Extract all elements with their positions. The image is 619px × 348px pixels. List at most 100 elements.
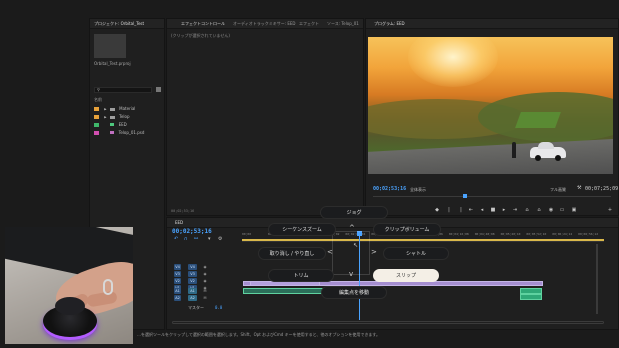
no-clip-selected-text: (クリップが選択されていません) — [171, 33, 230, 38]
program-mini-timeline[interactable] — [373, 196, 611, 197]
step-forward-icon[interactable]: ▸ — [500, 207, 508, 214]
timeline-scrollbar[interactable] — [172, 321, 604, 324]
tab-audio-track-mixer[interactable]: オーディオトラックミキサー: EED — [229, 19, 299, 28]
track-name[interactable]: A2 — [188, 295, 197, 301]
effect-controls-timecode: 00;02;53;16 — [171, 209, 195, 213]
radial-item-jog[interactable]: ジョグ — [320, 206, 388, 219]
list-item[interactable]: ▶ Material — [94, 105, 135, 112]
linked-selection-icon[interactable]: ⚯ — [194, 236, 198, 242]
arrow-left-icon: < — [327, 248, 333, 256]
label-color-swatch — [94, 115, 99, 119]
search-icon: ⚲ — [97, 87, 100, 92]
status-bar-text: …を選択ツールをクリップして選択の範囲を選択します。Shift、Opt およびC… — [137, 332, 381, 337]
label-color-swatch — [94, 107, 99, 111]
go-out-icon[interactable]: ⇥ — [511, 207, 519, 214]
tools-panel — [0, 18, 88, 228]
snap-icon[interactable]: ∩ — [184, 236, 188, 242]
insert-sequence-icon[interactable]: ↶ — [174, 236, 178, 242]
master-track-label: マスター — [188, 305, 204, 310]
vr-view-icon[interactable]: ▣ — [570, 207, 578, 214]
timeline-tools: ↶ ∩ ⚯ ▾ ⚙ — [174, 236, 234, 242]
project-search-input[interactable]: ⚲ — [94, 87, 152, 93]
track-name[interactable]: A1 — [188, 288, 197, 294]
radial-item-move-edit-point[interactable]: 編集点を移動 — [321, 286, 387, 299]
lift-icon[interactable]: ⌂ — [523, 207, 531, 214]
track-source-toggle[interactable]: A2 — [174, 295, 181, 301]
controller-dial — [55, 297, 85, 315]
list-item[interactable]: Telop_01.psd — [94, 129, 144, 136]
timeline-settings-icon[interactable]: ⚙ — [218, 236, 222, 242]
program-video-frame — [368, 37, 613, 174]
play-icon[interactable]: ■ — [489, 207, 497, 214]
tab-effect-controls[interactable]: エフェクトコントロール — [177, 19, 229, 28]
go-in-icon[interactable]: ⇤ — [467, 207, 475, 214]
eye-icon[interactable]: ◉ — [202, 264, 208, 270]
list-item[interactable]: EED — [94, 121, 127, 128]
comparison-view-icon[interactable]: ▭ — [558, 207, 566, 214]
tab-timeline[interactable]: EED — [171, 218, 187, 227]
image-file-icon — [110, 131, 115, 134]
arrow-up-icon: ^ — [349, 224, 355, 232]
add-marker-icon[interactable]: ▾ — [208, 236, 211, 242]
project-thumbnail — [94, 34, 126, 58]
track-name[interactable]: V3 — [188, 271, 197, 277]
radial-item-shuttle[interactable]: シャトル — [383, 247, 449, 260]
track-source-toggle[interactable]: V4 — [174, 264, 181, 270]
item-label: Material — [119, 106, 136, 111]
eye-icon[interactable]: ◉ — [202, 278, 208, 284]
radial-item-trim[interactable]: トリム — [268, 269, 334, 282]
add-button-icon[interactable]: + — [606, 207, 614, 214]
chevron-right-icon: ▶ — [104, 107, 107, 111]
radial-item-undo-redo[interactable]: 取り消し / やり直し — [258, 247, 326, 260]
master-volume-value[interactable]: 0.0 — [215, 305, 222, 310]
mute-icon[interactable]: M — [202, 295, 208, 301]
track-source-toggle[interactable]: V2 — [174, 278, 181, 284]
program-playhead[interactable] — [463, 194, 467, 198]
tab-project[interactable]: プロジェクト: Orbital_Test — [90, 19, 148, 28]
eye-icon[interactable]: ◉ — [202, 271, 208, 277]
track-source-toggle[interactable]: A1 — [174, 288, 181, 294]
program-duration: 00;07;25;09 — [585, 186, 619, 192]
ring-image — [103, 279, 113, 295]
tab-program-monitor[interactable]: プログラム: EED — [370, 19, 409, 28]
new-bin-icon[interactable] — [156, 87, 161, 92]
ruler-tick-label: 00;06;56;12 — [578, 232, 599, 236]
label-color-swatch — [94, 123, 99, 127]
timeline-timecode[interactable]: 00;02;53;16 — [172, 228, 212, 235]
fit-zoom-select[interactable]: 全体表示 — [410, 187, 426, 193]
radial-center-frame — [332, 231, 370, 275]
vertical-scrollbar[interactable] — [596, 244, 598, 314]
radial-item-slip[interactable]: スリップ — [373, 269, 439, 282]
ruler-tick-label: 00;04;48;08 — [474, 232, 495, 236]
mute-icon[interactable]: M — [202, 288, 208, 294]
program-timecode[interactable]: 00;02;53;16 — [373, 186, 406, 192]
playback-quality-select[interactable]: フル画質 — [550, 187, 566, 193]
wrench-icon[interactable]: ⚒ — [577, 185, 581, 191]
arrow-down-icon: v — [349, 270, 354, 278]
extract-icon[interactable]: ⌂ — [535, 207, 543, 214]
webcam-inset — [5, 227, 133, 344]
track-source-toggle[interactable]: V3 — [174, 271, 181, 277]
radial-item-sequence-zoom[interactable]: シーケンスズーム — [268, 223, 336, 236]
radial-item-clip-volume[interactable]: クリップボリューム — [373, 223, 441, 236]
tab-effects[interactable]: エフェクト — [295, 19, 323, 28]
effect-controls-panel: エフェクトコントロール オーディオトラックミキサー: EED エフェクト ソース… — [166, 18, 364, 216]
list-item[interactable]: ▶ Telop — [94, 113, 129, 120]
audio-clip[interactable] — [520, 294, 542, 300]
go-to-in-icon[interactable]: | — [457, 207, 465, 214]
export-frame-icon[interactable]: ◉ — [547, 207, 555, 214]
tab-source[interactable]: ソース: Telop_01 — [323, 19, 363, 28]
label-color-swatch — [94, 131, 99, 135]
chevron-right-icon: ▶ — [104, 115, 107, 119]
item-label: Telop — [119, 114, 130, 119]
folder-icon — [109, 115, 115, 119]
step-back-icon[interactable]: ◂ — [478, 207, 486, 214]
ruler-tick-label: 00;05;20;10 — [500, 232, 521, 236]
ruler-tick-label: 00;06;24;12 — [552, 232, 573, 236]
pointer-cursor-icon: ↖ — [353, 242, 359, 249]
name-column-header[interactable]: 名前 — [94, 97, 102, 103]
item-label: Telop_01.psd — [118, 130, 145, 135]
track-name[interactable]: V2 — [188, 278, 197, 284]
track-name[interactable]: V4 — [188, 264, 197, 270]
folder-icon — [109, 107, 115, 111]
